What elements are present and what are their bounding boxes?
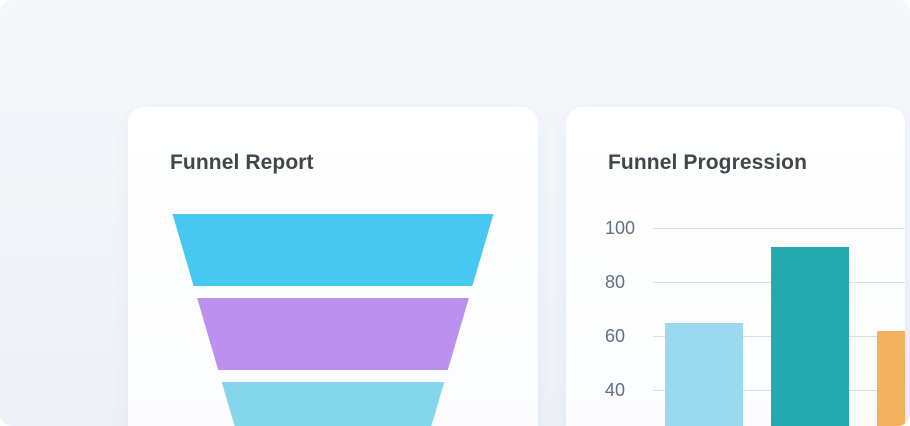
funnel-progression-chart: 40 60 80 100 [566,107,905,426]
gridline-100 [653,228,905,229]
bar-3 [877,331,905,426]
funnel-segment-2 [197,298,469,370]
funnel-chart [128,107,538,426]
bar-2 [771,247,849,426]
bar-1 [665,323,743,426]
dashboard-background: Funnel Report Funnel Progression 4060801… [0,0,910,426]
funnel-report-card: Funnel Report [128,107,538,426]
funnel-segment-1 [173,214,494,286]
y-tick-label-80: 80 [605,272,645,292]
y-tick-label-40: 40 [605,380,645,400]
funnel-progression-card: Funnel Progression 406080100 [566,107,905,426]
funnel-segment-3 [222,382,445,426]
y-tick-label-100: 100 [605,218,645,238]
y-tick-label-60: 60 [605,326,645,346]
